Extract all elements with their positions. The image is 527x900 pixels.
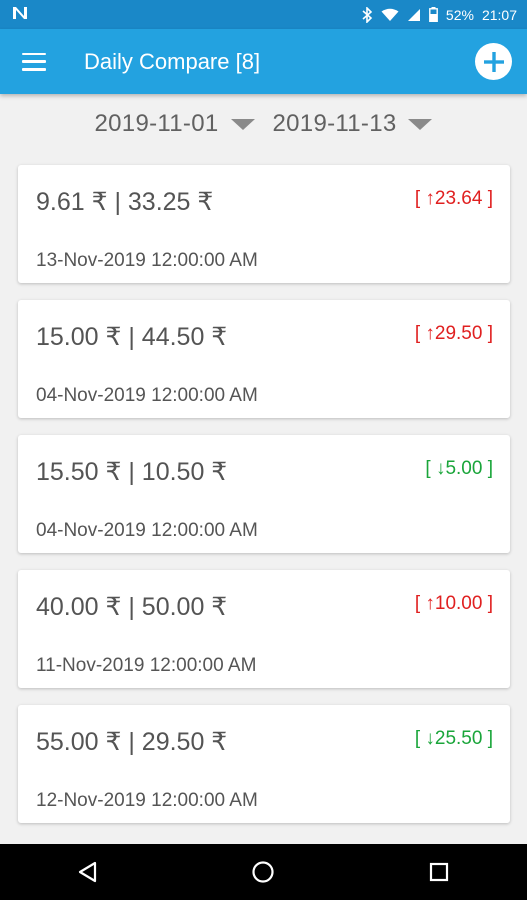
clock: 21:07 <box>481 6 517 23</box>
notification-n-icon <box>12 5 28 25</box>
end-date-value: 2019-11-13 <box>272 110 397 137</box>
change-badge: [ ↑23.64 ] <box>414 188 493 209</box>
date-filter-row: 2019-11-01 2019-11-13 <box>0 104 527 144</box>
menu-icon[interactable] <box>22 52 46 71</box>
item-timestamp: 04-Nov-2019 12:00:00 AM <box>36 520 258 541</box>
price-pair: 55.00 ₹ | 29.50 ₹ <box>36 728 228 756</box>
list-item[interactable]: 40.00 ₹ | 50.00 ₹ [ ↑10.00 ] 11-Nov-2019… <box>18 570 510 688</box>
item-timestamp: 12-Nov-2019 12:00:00 AM <box>36 790 258 811</box>
bluetooth-icon <box>362 6 373 23</box>
change-badge: [ ↓5.00 ] <box>425 458 493 479</box>
dropdown-arrow-icon <box>230 118 255 130</box>
add-button[interactable] <box>475 43 512 80</box>
home-button[interactable] <box>233 844 293 900</box>
recents-button[interactable] <box>409 844 469 900</box>
battery-icon <box>429 7 438 22</box>
home-circle-icon <box>252 861 275 883</box>
dropdown-arrow-icon <box>408 118 433 130</box>
item-timestamp: 04-Nov-2019 12:00:00 AM <box>36 385 258 406</box>
back-triangle-icon <box>78 861 96 883</box>
price-pair: 9.61 ₹ | 33.25 ₹ <box>36 188 214 216</box>
plus-icon <box>483 51 504 72</box>
item-timestamp: 13-Nov-2019 12:00:00 AM <box>36 250 258 271</box>
change-badge: [ ↓25.50 ] <box>414 728 493 749</box>
battery-percent: 52% <box>445 6 474 23</box>
item-timestamp: 11-Nov-2019 12:00:00 AM <box>36 655 257 676</box>
price-pair: 15.50 ₹ | 10.50 ₹ <box>36 458 228 486</box>
status-bar: 52% 21:07 <box>0 0 527 29</box>
app-bar: Daily Compare [8] <box>0 29 527 94</box>
recents-square-icon <box>430 862 449 882</box>
list-item[interactable]: 15.00 ₹ | 44.50 ₹ [ ↑29.50 ] 04-Nov-2019… <box>18 300 510 418</box>
compare-list: 9.61 ₹ | 33.25 ₹ [ ↑23.64 ] 13-Nov-2019 … <box>18 165 510 840</box>
end-date-dropdown[interactable]: 2019-11-13 <box>273 110 433 138</box>
start-date-dropdown[interactable]: 2019-11-01 <box>95 110 255 138</box>
signal-icon <box>407 8 421 22</box>
price-pair: 15.00 ₹ | 44.50 ₹ <box>36 323 228 351</box>
wifi-icon <box>381 8 399 22</box>
change-badge: [ ↑10.00 ] <box>414 593 493 614</box>
list-item[interactable]: 9.61 ₹ | 33.25 ₹ [ ↑23.64 ] 13-Nov-2019 … <box>18 165 510 283</box>
list-item[interactable]: 55.00 ₹ | 29.50 ₹ [ ↓25.50 ] 12-Nov-2019… <box>18 705 510 823</box>
change-badge: [ ↑29.50 ] <box>414 323 493 344</box>
start-date-value: 2019-11-01 <box>94 110 219 137</box>
system-nav-bar <box>0 844 527 900</box>
list-item[interactable]: 15.50 ₹ | 10.50 ₹ [ ↓5.00 ] 04-Nov-2019 … <box>18 435 510 553</box>
price-pair: 40.00 ₹ | 50.00 ₹ <box>36 593 228 621</box>
page-title: Daily Compare [8] <box>84 48 261 74</box>
back-button[interactable] <box>58 844 118 900</box>
